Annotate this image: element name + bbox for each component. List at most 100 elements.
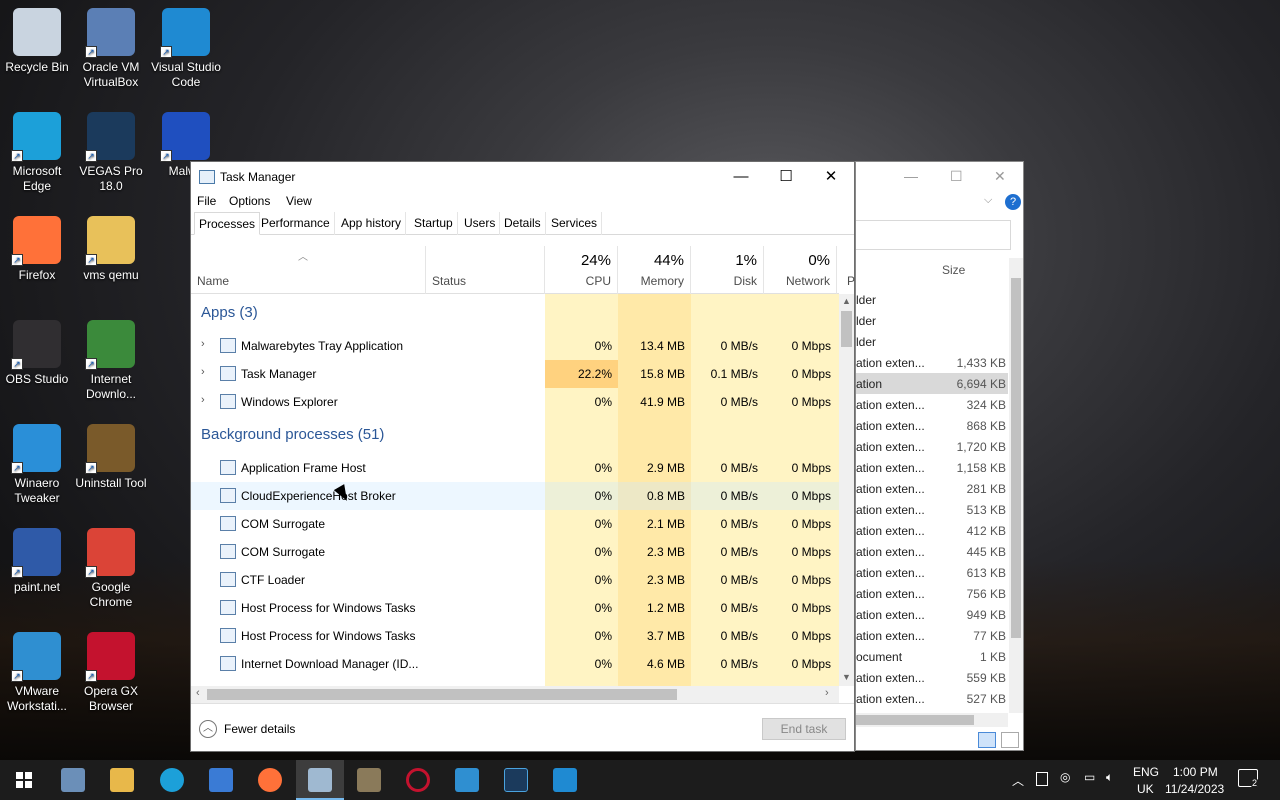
process-row[interactable]: Host Process for Windows Tasks 0% 3.7 MB 0 …	[191, 622, 839, 650]
taskbar-store-icon[interactable]	[209, 768, 233, 792]
taskbar-opera-gx-icon[interactable]	[406, 768, 430, 792]
taskbar-uninstall-tool-icon[interactable]	[357, 768, 381, 792]
power-column-header[interactable]: P	[837, 246, 855, 294]
desktop-icon[interactable]: ↗ vms qemu	[74, 216, 148, 283]
desktop-icon[interactable]: ↗ paint.net	[0, 528, 74, 595]
clock-time[interactable]: 1:00 PM	[1173, 765, 1218, 779]
file-row[interactable]: ation exten... 613 KB	[856, 562, 1008, 583]
horizontal-scrollbar[interactable]	[856, 713, 1008, 727]
search-input[interactable]	[856, 220, 1011, 250]
file-row[interactable]: lder	[856, 289, 1008, 310]
desktop-icon[interactable]: ↗ VEGAS Pro 18.0	[74, 112, 148, 194]
tab-processes[interactable]: Processes	[194, 212, 261, 235]
desktop-icon[interactable]: ↗ Opera GX Browser	[74, 632, 148, 714]
file-row[interactable]: lder	[856, 331, 1008, 352]
process-row[interactable]: COM Surrogate 0% 2.1 MB 0 MB/s 0 Mbps	[191, 510, 839, 538]
network-column-header[interactable]: 0% Network	[764, 246, 837, 294]
file-row[interactable]: ation exten... 445 KB	[856, 541, 1008, 562]
fewer-details-link[interactable]: Fewer details	[224, 722, 295, 736]
close-icon[interactable]: ✕	[994, 168, 1006, 185]
file-row[interactable]: ation 6,694 KB	[856, 373, 1008, 394]
menu-view[interactable]: View	[286, 194, 312, 208]
close-button[interactable]: ✕	[808, 162, 854, 191]
file-row[interactable]: ation exten... 1,158 KB	[856, 457, 1008, 478]
file-row[interactable]: lder	[856, 310, 1008, 331]
memory-column-header[interactable]: 44% Memory	[618, 246, 691, 294]
volume-icon[interactable]: 🔈︎	[1106, 770, 1113, 785]
language-top[interactable]: ENG	[1133, 765, 1159, 779]
process-row[interactable]: COM Surrogate 0% 2.3 MB 0 MB/s 0 Mbps	[191, 538, 839, 566]
desktop-icon[interactable]: ↗ Internet Downlo...	[74, 320, 148, 402]
file-row[interactable]: ation exten... 281 KB	[856, 478, 1008, 499]
start-button[interactable]	[16, 772, 32, 788]
apps-section-header[interactable]: Apps (3)	[201, 304, 258, 321]
tab-app-history[interactable]: App history	[337, 212, 407, 235]
explorer-titlebar[interactable]: — ☐ ✕	[856, 162, 1023, 190]
process-row[interactable]: CTF Loader 0% 2.3 MB 0 MB/s 0 Mbps	[191, 566, 839, 594]
chevron-down-icon[interactable]: ⌵	[984, 194, 992, 207]
taskbar-vscode-icon[interactable]	[553, 768, 577, 792]
size-column-header[interactable]: Size	[942, 263, 965, 277]
process-row[interactable]: › Windows Explorer 0% 41.9 MB 0 MB/s 0 Mbps	[191, 388, 839, 416]
minimize-button[interactable]: —	[718, 162, 764, 191]
name-column-header[interactable]: Name	[191, 246, 426, 294]
file-row[interactable]: ation exten... 324 KB	[856, 394, 1008, 415]
notification-icon[interactable]: 2	[1238, 769, 1260, 788]
taskbar-firefox-icon[interactable]	[258, 768, 282, 792]
large-icons-view-icon[interactable]	[1001, 732, 1019, 748]
file-row[interactable]: ation exten... 527 KB	[856, 688, 1008, 709]
expand-chevron-icon[interactable]: ›	[201, 366, 205, 378]
taskbar-vmware-icon[interactable]	[455, 768, 479, 792]
desktop-icon[interactable]: ↗ OBS Studio	[0, 320, 74, 387]
chevron-up-circle-icon[interactable]: ︿	[199, 720, 217, 738]
background-processes-header[interactable]: Background processes (51)	[201, 426, 384, 443]
details-view-icon[interactable]	[978, 732, 996, 748]
maximize-button[interactable]: ☐	[763, 162, 809, 191]
menu-options[interactable]: Options	[229, 194, 270, 208]
maximize-icon[interactable]: ☐	[950, 168, 963, 185]
expand-chevron-icon[interactable]: ›	[201, 338, 205, 350]
clock-date[interactable]: 11/24/2023	[1165, 782, 1224, 796]
file-row[interactable]: ation exten... 1,720 KB	[856, 436, 1008, 457]
desktop-icon[interactable]: ↗ Visual Studio Code	[149, 8, 223, 90]
tab-services[interactable]: Services	[547, 212, 603, 235]
process-row[interactable]: CloudExperienceHost Broker 0% 0.8 MB 0 MB/s…	[191, 482, 839, 510]
desktop-icon[interactable]: Recycle Bin	[0, 8, 74, 75]
minimize-icon[interactable]: —	[904, 168, 918, 184]
desktop-icon[interactable]: ↗ Google Chrome	[74, 528, 148, 610]
status-column-header[interactable]: Status	[426, 246, 545, 294]
desktop-icon[interactable]: ↗ Microsoft Edge	[0, 112, 74, 194]
tray-app-icon[interactable]	[1036, 772, 1048, 786]
process-row[interactable]: Internet Download Manager (ID... 0% 4.6 MB…	[191, 650, 839, 678]
file-row[interactable]: ation exten... 756 KB	[856, 583, 1008, 604]
taskbar-paint-icon[interactable]	[61, 768, 85, 792]
network-icon[interactable]: ▭	[1084, 770, 1095, 784]
taskbar-file-explorer-icon[interactable]	[110, 768, 134, 792]
chevron-up-icon[interactable]: ︿	[1012, 772, 1024, 789]
process-row[interactable]: › Task Manager 22.2% 15.8 MB 0.1 MB/s 0 Mbps	[191, 360, 839, 388]
desktop-icon[interactable]: ↗ VMware Workstati...	[0, 632, 74, 714]
tab-performance[interactable]: Performance	[257, 212, 335, 235]
process-row[interactable]: Application Frame Host 0% 2.9 MB 0 MB/s 0 Mb…	[191, 454, 839, 482]
process-row[interactable]: Host Process for Windows Tasks 0% 1.2 MB 0 …	[191, 594, 839, 622]
file-row[interactable]: ation exten... 513 KB	[856, 499, 1008, 520]
file-row[interactable]: ation exten... 559 KB	[856, 667, 1008, 688]
desktop-icon[interactable]: ↗ Firefox	[0, 216, 74, 283]
camera-icon[interactable]: ◎	[1060, 770, 1070, 784]
disk-column-header[interactable]: 1% Disk	[691, 246, 764, 294]
file-row[interactable]: ation exten... 868 KB	[856, 415, 1008, 436]
desktop-icon[interactable]: ↗ Oracle VM VirtualBox	[74, 8, 148, 90]
titlebar[interactable]: Task Manager — ☐ ✕	[191, 162, 854, 191]
tab-startup[interactable]: Startup	[410, 212, 458, 235]
language-bottom[interactable]: UK	[1137, 782, 1154, 796]
expand-chevron-icon[interactable]: ›	[201, 394, 205, 406]
file-explorer-window[interactable]: — ☐ ✕ ⌵ ? Size lder lder lder ation exten..…	[855, 161, 1024, 751]
cpu-column-header[interactable]: 24% CPU	[545, 246, 618, 294]
help-icon[interactable]: ?	[1005, 194, 1021, 210]
vertical-scrollbar[interactable]: ▲ ▼	[839, 294, 854, 686]
end-task-button[interactable]: End task	[762, 718, 846, 740]
menu-file[interactable]: File	[197, 194, 216, 208]
desktop-icon[interactable]: ↗ Winaero Tweaker	[0, 424, 74, 506]
file-row[interactable]: ation exten... 949 KB	[856, 604, 1008, 625]
taskbar-task-manager-icon[interactable]	[308, 768, 332, 792]
